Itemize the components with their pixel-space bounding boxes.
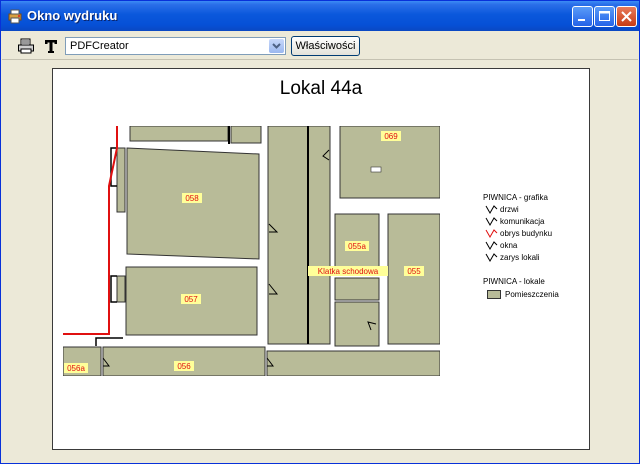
label-055a: 055a (348, 242, 366, 251)
preview-area: Lokal 44a 069 058 055a Klatka schodowa 0… (2, 60, 638, 463)
printer-icon[interactable] (17, 37, 35, 55)
chevron-down-icon (272, 43, 281, 49)
label-058: 058 (185, 194, 199, 203)
room-058 (126, 147, 260, 260)
line-symbol-icon (485, 253, 498, 262)
room-strip-left-2 (116, 275, 126, 303)
fill-swatch (487, 290, 501, 299)
print-preview-page: Lokal 44a 069 058 055a Klatka schodowa 0… (52, 68, 590, 450)
label-057: 057 (184, 295, 198, 304)
window-title: Okno wydruku (27, 8, 118, 23)
label-klatka-schodowa: Klatka schodowa (318, 267, 379, 276)
legend-label: okna (500, 241, 518, 250)
close-icon (621, 11, 632, 22)
room-top-left-2 (230, 126, 262, 144)
print-window-icon (8, 9, 22, 24)
legend-label: obrys budynku (500, 229, 553, 238)
building-outline (63, 126, 118, 335)
room-small-mid (334, 277, 380, 301)
minimize-button[interactable] (572, 6, 593, 27)
room-bottom-right (266, 350, 440, 376)
maximize-button[interactable] (594, 6, 615, 27)
minimize-icon (578, 19, 585, 21)
print-window: Okno wydruku PDFCreator Właściwości Loka… (0, 0, 640, 464)
room-strip-left (116, 147, 126, 213)
label-056a: 056a (67, 364, 85, 373)
legend-label: komunikacja (500, 217, 545, 226)
label-056: 056 (177, 362, 191, 371)
room-klatka (267, 126, 331, 345)
legend-grafika-title: PIWNICA - grafika (483, 193, 548, 202)
toolbar: PDFCreator Właściwości (2, 31, 638, 60)
line-symbol-icon (485, 205, 498, 214)
line-symbol-icon (485, 217, 498, 226)
close-button[interactable] (616, 6, 637, 27)
legend-label: Pomieszczenia (505, 290, 559, 299)
line-symbol-icon (485, 241, 498, 250)
text-tool-icon[interactable] (42, 37, 60, 55)
dropdown-button[interactable] (269, 39, 284, 53)
legend-lokale-title: PIWNICA - lokale (483, 277, 545, 286)
legend-label: drzwi (500, 205, 519, 214)
printer-select-value: PDFCreator (70, 40, 129, 52)
label-055: 055 (407, 267, 421, 276)
room-055 (387, 213, 440, 345)
printer-select[interactable]: PDFCreator (65, 37, 286, 55)
page-title: Lokal 44a (279, 78, 363, 99)
legend-label: zarys lokali (500, 253, 540, 262)
floor-plan-svg: 069 058 055a Klatka schodowa 055 057 056… (63, 126, 440, 376)
room-top-left (129, 126, 229, 142)
title-bar[interactable]: Okno wydruku (1, 1, 639, 31)
line-symbol-red-icon (485, 229, 498, 238)
properties-button[interactable]: Właściwości (291, 36, 360, 56)
room-small-low (334, 301, 380, 347)
floor-plan-map: 069 058 055a Klatka schodowa 055 057 056… (63, 126, 440, 376)
maximize-icon (599, 11, 610, 21)
label-069: 069 (384, 132, 398, 141)
